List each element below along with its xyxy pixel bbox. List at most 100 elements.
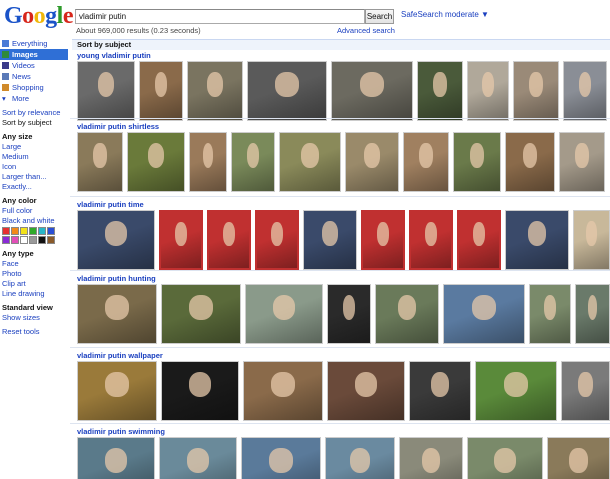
- section-title[interactable]: vladimir putin shirtless: [77, 122, 159, 131]
- image-thumbnail[interactable]: [243, 361, 323, 421]
- image-thumbnail[interactable]: [457, 210, 501, 270]
- photo-subject: [364, 143, 380, 168]
- photo-subject: [105, 372, 129, 397]
- image-thumbnail[interactable]: [559, 132, 605, 192]
- image-thumbnail[interactable]: [467, 437, 543, 479]
- nav-item-news[interactable]: News: [0, 71, 68, 82]
- color-full[interactable]: Full color: [0, 206, 68, 216]
- image-thumbnail[interactable]: [409, 210, 453, 270]
- nav-item-images[interactable]: Images: [0, 49, 68, 60]
- advanced-search-link[interactable]: Advanced search: [337, 26, 395, 35]
- image-thumbnail[interactable]: [159, 437, 237, 479]
- color-swatch[interactable]: [11, 236, 19, 244]
- section-title[interactable]: vladimir putin swimming: [77, 427, 165, 436]
- image-thumbnail[interactable]: [77, 437, 155, 479]
- color-swatch[interactable]: [38, 227, 46, 235]
- search-button[interactable]: Search: [365, 9, 394, 24]
- color-swatch[interactable]: [29, 227, 37, 235]
- color-swatch[interactable]: [2, 236, 10, 244]
- color-swatch[interactable]: [29, 236, 37, 244]
- image-thumbnail[interactable]: [375, 284, 439, 344]
- image-thumbnail[interactable]: [467, 61, 509, 121]
- nav-item-everything[interactable]: Everything: [0, 38, 68, 49]
- nav-item-videos[interactable]: Videos: [0, 60, 68, 71]
- type-clip-art[interactable]: Clip art: [0, 279, 68, 289]
- image-thumbnail[interactable]: [77, 132, 123, 192]
- image-thumbnail[interactable]: [77, 61, 135, 121]
- image-thumbnail[interactable]: [361, 210, 405, 270]
- image-thumbnail[interactable]: [529, 284, 571, 344]
- image-thumbnail[interactable]: [77, 284, 157, 344]
- image-thumbnail[interactable]: [245, 284, 323, 344]
- type-line-drawing[interactable]: Line drawing: [0, 289, 68, 299]
- image-thumbnail[interactable]: [327, 361, 405, 421]
- image-thumbnail[interactable]: [231, 132, 275, 192]
- color-swatch[interactable]: [11, 227, 19, 235]
- image-thumbnail[interactable]: [241, 437, 321, 479]
- everything-icon: [2, 40, 9, 47]
- color-swatch[interactable]: [38, 236, 46, 244]
- image-thumbnail[interactable]: [403, 132, 449, 192]
- image-thumbnail[interactable]: [443, 284, 525, 344]
- section-title[interactable]: vladimir putin time: [77, 200, 144, 209]
- nav-item-shopping[interactable]: Shopping: [0, 82, 68, 93]
- type-photo[interactable]: Photo: [0, 269, 68, 279]
- image-thumbnail[interactable]: [505, 132, 555, 192]
- section-title[interactable]: vladimir putin hunting: [77, 274, 156, 283]
- image-thumbnail[interactable]: [573, 210, 610, 270]
- color-swatch[interactable]: [47, 236, 55, 244]
- reset-tools-link[interactable]: Reset tools: [0, 327, 68, 337]
- image-thumbnail[interactable]: [547, 437, 610, 479]
- image-thumbnail[interactable]: [279, 132, 341, 192]
- size-larger-than[interactable]: Larger than...: [0, 172, 68, 182]
- image-row: [70, 210, 610, 272]
- image-thumbnail[interactable]: [161, 361, 239, 421]
- color-bw[interactable]: Black and white: [0, 216, 68, 226]
- google-logo[interactable]: Google: [4, 3, 74, 29]
- image-thumbnail[interactable]: [159, 210, 203, 270]
- image-thumbnail[interactable]: [189, 132, 227, 192]
- image-thumbnail[interactable]: [475, 361, 557, 421]
- nav-item-more[interactable]: ▾ More: [0, 93, 68, 104]
- image-thumbnail[interactable]: [187, 61, 243, 121]
- size-icon[interactable]: Icon: [0, 162, 68, 172]
- color-swatch[interactable]: [20, 227, 28, 235]
- image-thumbnail[interactable]: [345, 132, 399, 192]
- image-thumbnail[interactable]: [513, 61, 559, 121]
- sort-by-relevance[interactable]: Sort by relevance: [0, 108, 68, 118]
- color-swatch[interactable]: [47, 227, 55, 235]
- image-thumbnail[interactable]: [247, 61, 327, 121]
- image-thumbnail[interactable]: [303, 210, 357, 270]
- image-thumbnail[interactable]: [399, 437, 463, 479]
- image-thumbnail[interactable]: [255, 210, 299, 270]
- image-thumbnail[interactable]: [139, 61, 183, 121]
- section-title[interactable]: young vladimir putin: [77, 51, 151, 60]
- size-exactly[interactable]: Exactly...: [0, 182, 68, 192]
- size-large[interactable]: Large: [0, 142, 68, 152]
- size-medium[interactable]: Medium: [0, 152, 68, 162]
- image-thumbnail[interactable]: [563, 61, 607, 121]
- type-face[interactable]: Face: [0, 259, 68, 269]
- image-thumbnail[interactable]: [561, 361, 610, 421]
- sort-by-subject: Sort by subject: [2, 118, 52, 127]
- image-thumbnail[interactable]: [161, 284, 241, 344]
- image-thumbnail[interactable]: [453, 132, 501, 192]
- image-thumbnail[interactable]: [409, 361, 471, 421]
- image-thumbnail[interactable]: [325, 437, 395, 479]
- image-thumbnail[interactable]: [77, 361, 157, 421]
- safesearch-dropdown[interactable]: SafeSearch moderate ▼: [401, 10, 489, 19]
- search-input[interactable]: vladimir putin: [75, 9, 365, 24]
- image-thumbnail[interactable]: [207, 210, 251, 270]
- image-thumbnail[interactable]: [77, 210, 155, 270]
- image-thumbnail[interactable]: [505, 210, 569, 270]
- image-thumbnail[interactable]: [327, 284, 371, 344]
- image-thumbnail[interactable]: [417, 61, 463, 121]
- section-title[interactable]: vladimir putin wallpaper: [77, 351, 163, 360]
- show-sizes-link[interactable]: Show sizes: [0, 313, 68, 323]
- image-thumbnail[interactable]: [127, 132, 185, 192]
- photo-subject: [349, 448, 371, 473]
- color-swatch[interactable]: [20, 236, 28, 244]
- image-thumbnail[interactable]: [331, 61, 413, 121]
- image-thumbnail[interactable]: [575, 284, 610, 344]
- color-swatch[interactable]: [2, 227, 10, 235]
